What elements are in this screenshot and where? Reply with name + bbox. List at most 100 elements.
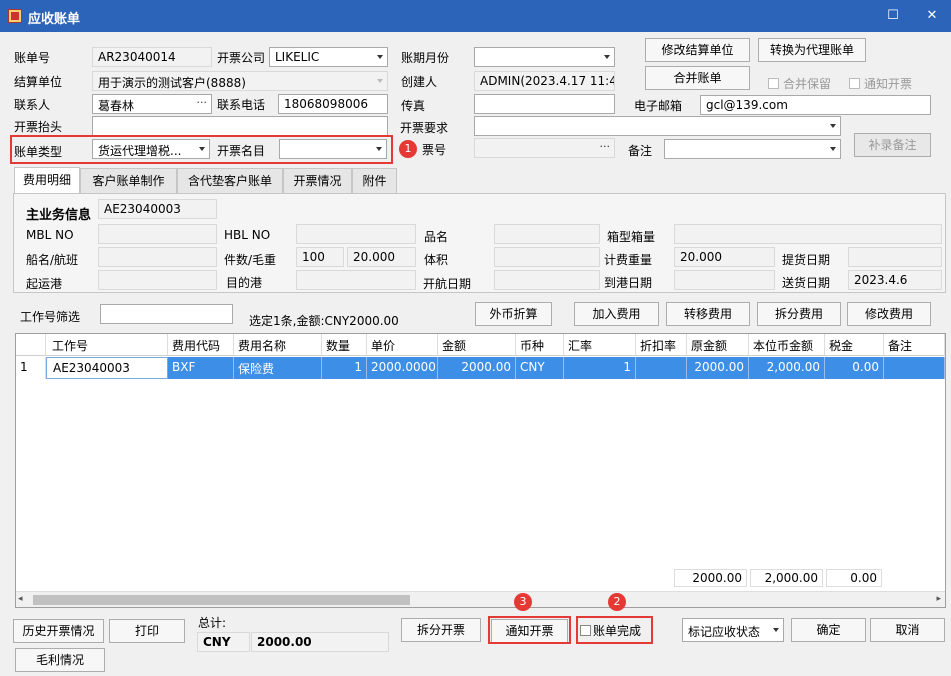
- grid-header-orig-amount[interactable]: 原金额: [687, 334, 749, 356]
- tab-customer-bill[interactable]: 客户账单制作: [80, 168, 177, 193]
- grid-header-amount[interactable]: 金额: [438, 334, 516, 356]
- cell-base-amount[interactable]: 2,000.00: [749, 357, 825, 379]
- email-field[interactable]: gcl@139.com: [700, 95, 931, 115]
- split-fee-button[interactable]: 拆分费用: [757, 302, 841, 326]
- ok-button[interactable]: 确定: [791, 618, 866, 642]
- pieces-field: 100: [296, 247, 344, 267]
- fax-field[interactable]: [474, 94, 615, 114]
- ellipsis-icon: ···: [196, 96, 208, 109]
- invoice-req-label: 开票要求: [400, 121, 449, 135]
- close-button[interactable]: ✕: [922, 7, 942, 25]
- charge-weight-field: 20.000: [674, 247, 775, 267]
- grid-header-currency[interactable]: 币种: [516, 334, 564, 356]
- cell-price[interactable]: 2000.0000: [367, 357, 438, 379]
- phone-field[interactable]: 18068098006: [278, 94, 388, 114]
- add-remark-button[interactable]: 补录备注: [854, 133, 931, 157]
- invoice-title-field[interactable]: [92, 116, 388, 136]
- remark-select[interactable]: [664, 139, 841, 159]
- fee-grid[interactable]: 工作号 费用代码 费用名称 数量 单价 金额 币种 汇率 折扣率 原金额 本位币…: [15, 333, 946, 608]
- horizontal-scrollbar[interactable]: ◂ ▸: [16, 591, 945, 607]
- grid-header-remark[interactable]: 备注: [884, 334, 945, 356]
- grid-header-job-no[interactable]: 工作号: [46, 334, 168, 356]
- edit-fee-button[interactable]: 修改费用: [847, 302, 931, 326]
- hbl-field: [296, 224, 416, 244]
- contact-field[interactable]: 葛春林 ···: [92, 94, 212, 114]
- bill-no-field: AR23040014: [92, 47, 212, 67]
- move-fee-button[interactable]: 转移费用: [666, 302, 750, 326]
- mbl-label: MBL NO: [26, 228, 74, 242]
- mbl-field: [98, 224, 217, 244]
- sum-base-amount: 2,000.00: [750, 569, 823, 587]
- cancel-button[interactable]: 取消: [870, 618, 945, 642]
- cell-remark[interactable]: [884, 357, 945, 379]
- highlight-box-2: [576, 616, 653, 644]
- volume-label: 体积: [424, 253, 449, 267]
- maximize-button[interactable]: ☐: [883, 7, 903, 25]
- product-label: 品名: [424, 230, 449, 244]
- cell-name[interactable]: 保险费: [234, 357, 322, 379]
- step-badge-2: 2: [608, 593, 626, 611]
- pod-field: [296, 270, 416, 290]
- print-button[interactable]: 打印: [109, 619, 185, 643]
- chevron-down-icon: [377, 79, 383, 83]
- cell-tax[interactable]: 0.00: [825, 357, 884, 379]
- pol-field: [98, 270, 217, 290]
- notify-invoice-checkbox[interactable]: 通知开票: [849, 75, 912, 92]
- title-bar: 应收账单 ☐ ✕: [0, 0, 951, 32]
- invoice-company-select[interactable]: LIKELIC: [269, 47, 388, 67]
- highlight-box-3: [488, 616, 571, 644]
- product-field: [494, 224, 600, 244]
- grid-header-name[interactable]: 费用名称: [234, 334, 322, 356]
- merge-bill-button[interactable]: 合并账单: [645, 66, 750, 90]
- settle-unit-label: 结算单位: [14, 75, 63, 89]
- mark-status-select[interactable]: 标记应收状态: [682, 618, 784, 642]
- checkbox-box: [849, 78, 860, 89]
- cell-code[interactable]: BXF: [168, 357, 234, 379]
- total-label: 总计:: [198, 616, 227, 630]
- tab-advance-bill[interactable]: 含代垫客户账单: [177, 168, 283, 193]
- tab-invoice-status[interactable]: 开票情况: [283, 168, 352, 193]
- invoice-history-button[interactable]: 历史开票情况: [13, 619, 104, 643]
- hbl-label: HBL NO: [224, 228, 271, 242]
- cell-orig-amount[interactable]: 2000.00: [687, 357, 749, 379]
- grid-header-rate[interactable]: 汇率: [564, 334, 636, 356]
- grid-header-discount[interactable]: 折扣率: [636, 334, 687, 356]
- add-fee-button[interactable]: 加入费用: [574, 302, 659, 326]
- tab-fee-details[interactable]: 费用明细: [14, 167, 80, 194]
- contact-label: 联系人: [14, 98, 51, 112]
- profit-button[interactable]: 毛利情况: [15, 648, 105, 672]
- convert-agent-button[interactable]: 转换为代理账单: [758, 38, 866, 62]
- grid-header-price[interactable]: 单价: [367, 334, 438, 356]
- scroll-right-icon[interactable]: ▸: [936, 594, 941, 604]
- period-label: 账期月份: [401, 51, 450, 65]
- cell-qty[interactable]: 1: [322, 357, 367, 379]
- sail-field: [494, 270, 600, 290]
- scroll-left-icon[interactable]: ◂: [18, 594, 23, 604]
- fx-convert-button[interactable]: 外币折算: [475, 302, 552, 326]
- invoice-title-label: 开票抬头: [14, 120, 63, 134]
- app-icon: [8, 9, 22, 23]
- cell-job-no[interactable]: AE23040003: [46, 357, 168, 379]
- grid-header-qty[interactable]: 数量: [322, 334, 367, 356]
- modify-settle-button[interactable]: 修改结算单位: [645, 38, 750, 62]
- invoice-no-label: 票号: [422, 143, 447, 157]
- cell-discount[interactable]: [636, 357, 687, 379]
- period-select[interactable]: [474, 47, 615, 67]
- cell-rate[interactable]: 1: [564, 357, 636, 379]
- scrollbar-thumb[interactable]: [33, 595, 410, 605]
- cell-amount[interactable]: 2000.00: [438, 357, 516, 379]
- selection-summary: 选定1条,金额:CNY2000.00: [249, 314, 399, 328]
- charge-weight-label: 计费重量: [604, 253, 653, 267]
- invoice-no-field: ···: [474, 138, 615, 158]
- invoice-req-select[interactable]: [474, 116, 841, 136]
- grid-header-base-amount[interactable]: 本位币金额: [749, 334, 825, 356]
- split-invoice-button[interactable]: 拆分开票: [401, 618, 481, 642]
- tab-attachments[interactable]: 附件: [352, 168, 397, 193]
- merge-keep-checkbox[interactable]: 合并保留: [768, 75, 831, 92]
- grid-header-tax[interactable]: 税金: [825, 334, 884, 356]
- job-filter-input[interactable]: [100, 304, 233, 324]
- grid-header-code[interactable]: 费用代码: [168, 334, 234, 356]
- cell-currency[interactable]: CNY: [516, 357, 564, 379]
- container-label: 箱型箱量: [607, 230, 656, 244]
- phone-label: 联系电话: [217, 98, 266, 112]
